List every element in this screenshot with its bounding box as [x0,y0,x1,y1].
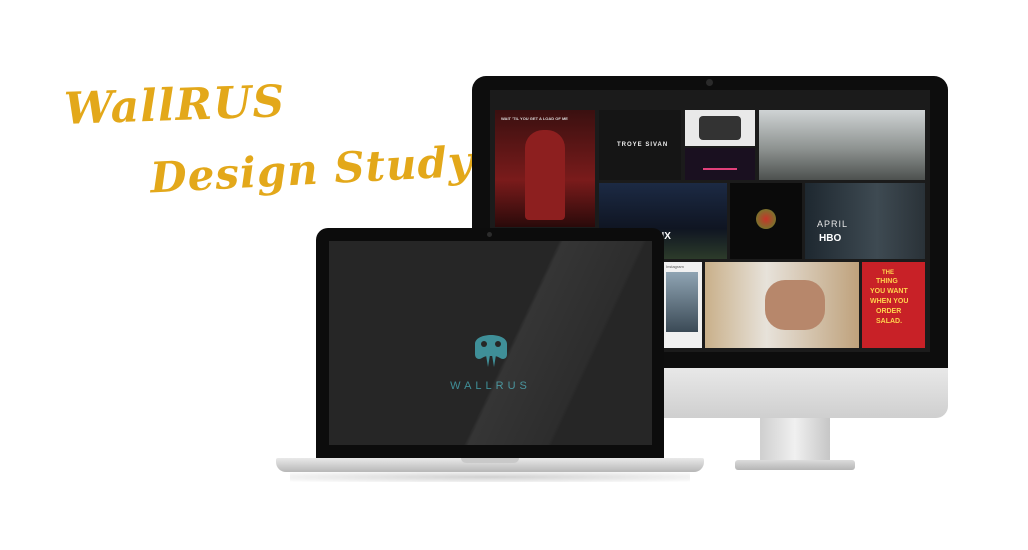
tile-typography [685,110,755,146]
deadpool-figure [525,130,565,220]
pink-script-mark [703,158,737,170]
april-label: APRIL [817,219,849,229]
instagram-label: Instagram [666,264,684,269]
mcd-line-4: WHEN YOU [870,298,909,305]
tile-mcdonalds: THE THING YOU WANT WHEN YOU ORDER SALAD. [862,262,925,348]
headline-line-1: WallRUS [63,76,287,135]
imac-stand-neck [760,418,830,462]
tile-hbo: APRIL HBO [805,183,925,259]
tile-troye-sivan: TROYE SIVAN [599,110,681,180]
people-figure [765,280,825,330]
mcd-line-5: ORDER [876,308,902,315]
typography-mark [699,116,741,140]
mcd-line-2: THING [876,278,898,285]
tile-pink-script [685,148,755,180]
tile-deadpool: WAIT 'TIL YOU GET A LOAD OF ME [495,110,595,227]
apple-shape [756,209,776,229]
mcd-line-3: YOU WANT [870,288,908,295]
brand-wordmark: WALLRUS [450,380,531,392]
tile-landscape [759,110,925,180]
deadpool-caption: WAIT 'TIL YOU GET A LOAD OF ME [501,116,568,121]
headline-line-2: Design Study [148,136,475,203]
laptop-shadow [290,472,690,482]
laptop-screen: WALLRUS [329,241,652,445]
tile-instagram: Instagram [662,262,702,348]
laptop-notch [461,458,519,463]
troye-label: TROYE SIVAN [617,142,669,148]
imac-camera [706,79,713,86]
laptop-camera [487,232,492,237]
imac-stand-foot [735,460,855,470]
mcd-line-6: SALAD. [876,318,903,325]
mcd-line-1: THE [882,270,894,276]
tile-apple [730,183,802,259]
hbo-label: HBO [819,233,842,244]
instagram-photo [666,272,698,332]
walrus-icon [475,335,507,367]
tile-people [705,262,859,348]
